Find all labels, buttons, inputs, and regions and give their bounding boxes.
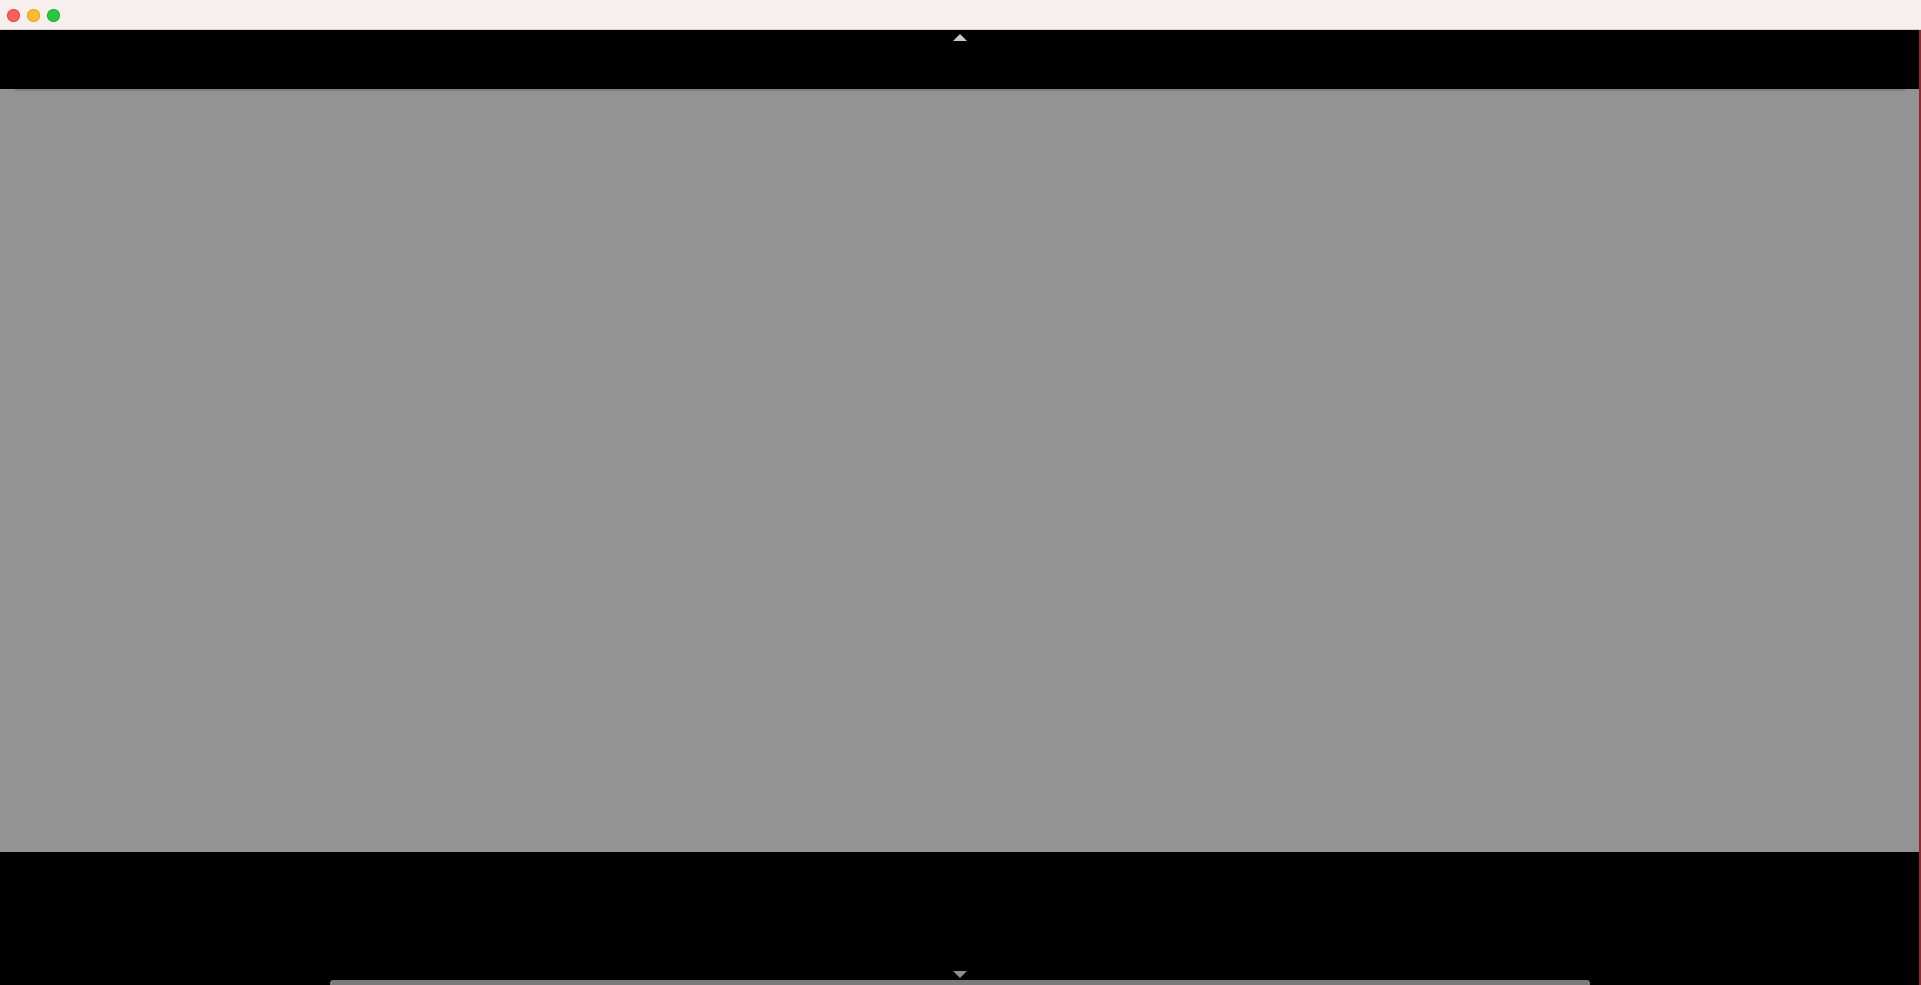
app-window <box>0 0 1921 985</box>
chevron-up-icon[interactable] <box>953 34 967 41</box>
close-icon[interactable] <box>7 9 20 22</box>
maximize-icon[interactable] <box>47 9 60 22</box>
viewport-top-border <box>15 89 1905 91</box>
bottom-scroll-strip[interactable] <box>330 980 1590 985</box>
chevron-down-icon[interactable] <box>953 971 967 978</box>
title-bar <box>0 0 1921 30</box>
content-viewport[interactable] <box>0 89 1921 852</box>
bottom-frame <box>0 852 1921 985</box>
minimize-icon[interactable] <box>27 9 40 22</box>
